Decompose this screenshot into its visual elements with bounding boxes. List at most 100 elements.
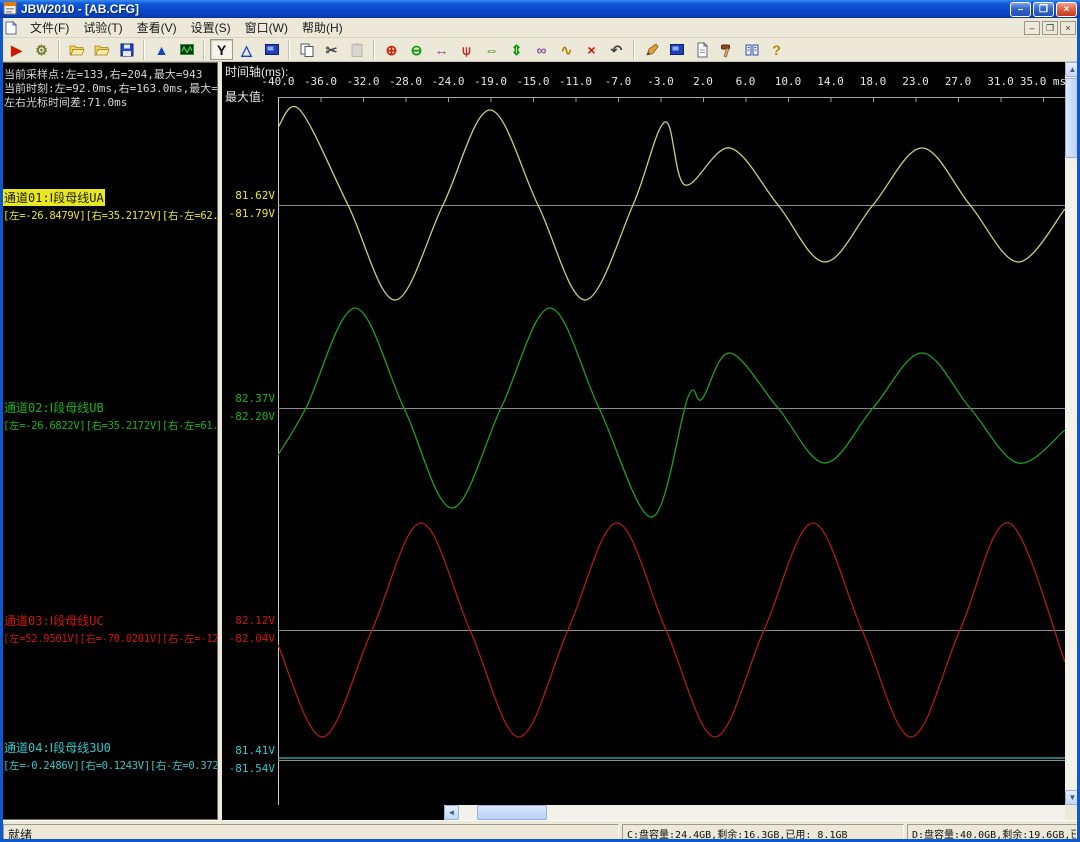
- channel-03-max-value: 82.12V: [235, 614, 275, 627]
- paste-button: [345, 39, 368, 60]
- time-tick-label: -7.0: [604, 75, 632, 88]
- export-page-icon: [694, 41, 710, 58]
- waveform-canvas[interactable]: [278, 97, 1065, 805]
- time-tick-label: -19.0: [473, 75, 508, 88]
- help-button[interactable]: ?: [765, 39, 788, 60]
- channel-02-max-value: 82.37V: [235, 392, 275, 405]
- status-ready: 就绪: [3, 823, 619, 840]
- scroll-left-arrow-icon[interactable]: ◄: [444, 805, 459, 820]
- toolbar: ▶ ⚙ ▲ Y △ ✂ ⊕ ⊖ ↔ ⍦ ⇔ ⇕ ∞ ∿ × ↶?: [0, 38, 1080, 62]
- branch-cursor-button[interactable]: ⍦: [455, 39, 478, 60]
- time-tick-label: -32.0: [346, 75, 380, 88]
- y-axis-tool-button[interactable]: Y: [210, 39, 233, 60]
- waveform-plot-region: 时间轴(ms): -40.0 -36.0 -32.0 -28.0 -24.0 -19.0-…: [222, 62, 1065, 820]
- glasses-view-button[interactable]: ∞: [530, 39, 553, 60]
- open-record-icon: [94, 42, 110, 58]
- channel-01-name[interactable]: 通道01:Ⅰ段母线UA: [3, 189, 105, 206]
- delete-channel-icon: ×: [587, 41, 596, 58]
- tools-hammer-button[interactable]: [715, 39, 738, 60]
- help-icon: ?: [772, 41, 781, 58]
- horizontal-scroll-thumb[interactable]: [477, 805, 547, 820]
- toolbar-separator: [143, 39, 145, 60]
- triangle-tool-button[interactable]: △: [235, 39, 258, 60]
- window-title: JBW2010 - [AB.CFG]: [21, 2, 140, 16]
- channel-04-name[interactable]: 通道04:Ⅰ段母线3U0: [3, 739, 112, 756]
- time-tick-label: 14.0: [817, 75, 844, 88]
- channel-01-min-value: -81.79V: [228, 207, 275, 220]
- channel-02-name[interactable]: 通道02:Ⅰ段母线UB: [3, 399, 105, 416]
- run-button[interactable]: ▶: [5, 39, 28, 60]
- horizontal-scrollbar[interactable]: ◄ ►: [444, 805, 1065, 820]
- open-record-button[interactable]: [90, 39, 113, 60]
- zoom-in-amplitude-icon: ⊕: [385, 41, 398, 58]
- channel-03-cursor-values: [左=52.9501V][右=-70.0201V][右-左=-122.9702V…: [3, 633, 217, 645]
- cut-icon: ✂: [325, 41, 338, 58]
- channel-02-info[interactable]: 通道02:Ⅰ段母线UB [左=-26.6822V][右=35.2172V][右-左…: [3, 399, 217, 433]
- menu-help[interactable]: 帮助(H): [295, 17, 350, 38]
- channel-02-waveform: [278, 307, 1065, 518]
- cursor-info-line: 左右光标时间差:71.0ms: [4, 96, 128, 109]
- mdi-minimize-button[interactable]: –: [1024, 20, 1040, 35]
- time-tick-label: 18.0: [859, 75, 887, 88]
- status-disk-d: D:盘容量:40.0GB,剩余:19.6GB,已用:20.5GB: [907, 823, 1077, 840]
- toolbar-separator: [633, 39, 635, 60]
- undo-button[interactable]: ↶: [605, 39, 628, 60]
- y-axis-tool-icon: Y: [216, 41, 227, 58]
- zoom-out-amplitude-button[interactable]: ⊖: [405, 39, 428, 60]
- menu-window[interactable]: 窗口(W): [238, 17, 295, 38]
- stretch-amplitude-button[interactable]: ⇕: [505, 39, 528, 60]
- channel-03-info[interactable]: 通道03:Ⅰ段母线UC [左=52.9501V][右=-70.0201V][右-左…: [3, 612, 217, 646]
- stretch-time-icon: ⇔: [484, 41, 499, 58]
- minimize-button[interactable]: –: [1010, 1, 1031, 17]
- analyze-pen-icon: [644, 42, 660, 58]
- branch-cursor-icon: ⍦: [462, 41, 471, 58]
- channel-03-waveform: [278, 522, 1065, 738]
- gears-settings-button[interactable]: ⚙: [30, 39, 53, 60]
- save-button[interactable]: [115, 39, 138, 60]
- export-page-button[interactable]: [690, 39, 713, 60]
- channel-01-waveform: [278, 106, 1065, 301]
- channel-04-info[interactable]: 通道04:Ⅰ段母线3U0 [左=-0.2486V][右=0.1243V][右-左=…: [3, 739, 217, 773]
- menu-settings[interactable]: 设置(S): [184, 17, 238, 38]
- save-icon: [119, 42, 135, 58]
- work-area: 当前采样点:左=133,右=204,最大=943 当前时刻:左=92.0ms,右=…: [0, 62, 1080, 820]
- stretch-time-button[interactable]: ⇔: [480, 39, 503, 60]
- screen-view-icon: [264, 42, 280, 58]
- wave-marker-button[interactable]: ▲: [150, 39, 173, 60]
- menu-test[interactable]: 试验(T): [76, 17, 129, 38]
- open-file-button[interactable]: [65, 39, 88, 60]
- report-columns-button[interactable]: [740, 39, 763, 60]
- channel-02-cursor-values: [左=-26.6822V][右=35.2172V][右-左=61.8994V]: [3, 420, 217, 432]
- delete-channel-button[interactable]: ×: [580, 39, 603, 60]
- copy-icon: [299, 42, 315, 58]
- document-icon[interactable]: [4, 20, 19, 35]
- app-window: JBW2010 - [AB.CFG] – ❐ × 文件(F) 试验(T) 查看(V)…: [0, 0, 1080, 842]
- time-tick-label: -24.0: [431, 75, 465, 88]
- monitor-button[interactable]: [665, 39, 688, 60]
- restore-button[interactable]: ❐: [1033, 1, 1054, 17]
- screen-view-button[interactable]: [260, 39, 283, 60]
- open-file-icon: [69, 42, 85, 58]
- mdi-restore-button[interactable]: ❐: [1042, 20, 1058, 35]
- monitor-icon: [669, 42, 685, 58]
- time-tick-label: -11.0: [558, 75, 593, 88]
- mdi-close-button[interactable]: ×: [1060, 20, 1076, 35]
- channel-03-name[interactable]: 通道03:Ⅰ段母线UC: [3, 612, 105, 629]
- cut-button[interactable]: ✂: [320, 39, 343, 60]
- menu-file[interactable]: 文件(F): [23, 17, 76, 38]
- mdi-window-controls: – ❐ ×: [1024, 20, 1076, 35]
- time-tick-label: -3.0: [647, 75, 674, 88]
- channel-01-info[interactable]: 通道01:Ⅰ段母线UA [左=-26.8479V][右=35.2172V][右-左…: [3, 189, 217, 223]
- channel-02-min-value: -82.20V: [228, 410, 275, 423]
- expand-horizontal-button[interactable]: ↔: [430, 39, 453, 60]
- time-tick-label: 6.0: [735, 75, 756, 88]
- wave-screen-button[interactable]: [175, 39, 198, 60]
- zoom-in-amplitude-button[interactable]: ⊕: [380, 39, 403, 60]
- menu-view[interactable]: 查看(V): [130, 17, 184, 38]
- close-button[interactable]: ×: [1056, 1, 1077, 17]
- analyze-pen-button[interactable]: [640, 39, 663, 60]
- sine-view-button[interactable]: ∿: [555, 39, 578, 60]
- tools-hammer-icon: [719, 42, 735, 58]
- status-disk-c: C:盘容量:24.4GB,剩余:16.3GB,已用: 8.1GB: [622, 823, 904, 840]
- copy-button[interactable]: [295, 39, 318, 60]
